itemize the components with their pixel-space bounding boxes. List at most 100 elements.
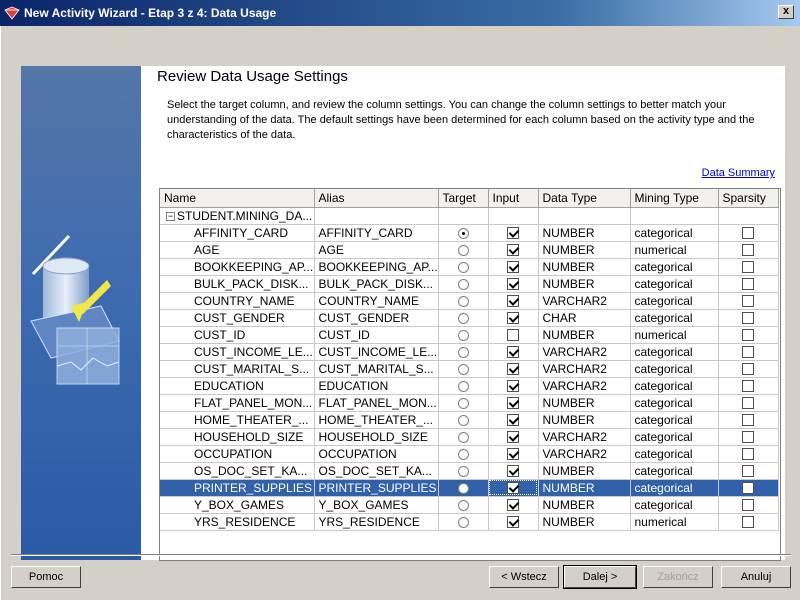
row-alias[interactable]: CUST_ID: [314, 326, 439, 344]
target-radio[interactable]: [457, 278, 469, 290]
data-summary-link[interactable]: Data Summary: [702, 167, 775, 179]
row-name[interactable]: CUST_INCOME_LE...: [160, 343, 315, 361]
row-alias[interactable]: CUST_MARITAL_S...: [314, 360, 439, 378]
row-mining-type[interactable]: categorical: [630, 258, 719, 276]
row-alias[interactable]: FLAT_PANEL_MON...: [314, 394, 439, 412]
table-row[interactable]: OCCUPATION OCCUPATION VARCHAR2 categorical: [160, 445, 779, 463]
row-alias[interactable]: COUNTRY_NAME: [314, 292, 439, 310]
sparsity-checkbox[interactable]: [742, 397, 754, 410]
row-data-type[interactable]: VARCHAR2: [538, 428, 631, 446]
column-header-target[interactable]: Target: [438, 189, 489, 208]
sparsity-checkbox[interactable]: [742, 346, 754, 359]
input-checkbox[interactable]: [507, 465, 519, 478]
column-header-name[interactable]: Name: [160, 189, 315, 208]
close-button[interactable]: x: [778, 5, 794, 19]
row-data-type[interactable]: NUMBER: [538, 411, 631, 429]
row-alias[interactable]: HOUSEHOLD_SIZE: [314, 428, 439, 446]
row-data-type[interactable]: VARCHAR2: [538, 377, 631, 395]
target-radio[interactable]: [457, 346, 469, 358]
row-name[interactable]: OS_DOC_SET_KA...: [160, 462, 315, 480]
target-radio[interactable]: [457, 295, 469, 307]
target-radio[interactable]: [457, 380, 469, 392]
table-row[interactable]: EDUCATION EDUCATION VARCHAR2 categorical: [160, 377, 779, 395]
table-row[interactable]: CUST_INCOME_LE... CUST_INCOME_LE... VARCHA…: [160, 343, 779, 361]
row-mining-type[interactable]: categorical: [630, 292, 719, 310]
row-alias[interactable]: BULK_PACK_DISK...: [314, 275, 439, 293]
help-button[interactable]: Pomoc: [11, 566, 81, 588]
row-alias[interactable]: OS_DOC_SET_KA...: [314, 462, 439, 480]
column-header-input[interactable]: Input: [488, 189, 539, 208]
target-radio[interactable]: [457, 363, 469, 375]
row-mining-type[interactable]: numerical: [630, 241, 719, 259]
row-data-type[interactable]: VARCHAR2: [538, 343, 631, 361]
row-mining-type[interactable]: categorical: [630, 224, 719, 242]
input-checkbox[interactable]: [507, 295, 519, 308]
sparsity-checkbox[interactable]: [742, 363, 754, 376]
target-radio[interactable]: [457, 329, 469, 341]
row-mining-type[interactable]: numerical: [630, 513, 719, 531]
column-header-mining-type[interactable]: Mining Type: [630, 189, 719, 208]
row-mining-type[interactable]: categorical: [630, 462, 719, 480]
target-radio[interactable]: [457, 261, 469, 273]
row-name[interactable]: COUNTRY_NAME: [160, 292, 315, 310]
row-data-type[interactable]: NUMBER: [538, 479, 631, 497]
target-radio[interactable]: [457, 244, 469, 256]
row-name[interactable]: OCCUPATION: [160, 445, 315, 463]
row-data-type[interactable]: VARCHAR2: [538, 445, 631, 463]
sparsity-checkbox[interactable]: [742, 499, 754, 512]
target-radio[interactable]: [457, 414, 469, 426]
table-row[interactable]: HOME_THEATER_... HOME_THEATER_... NUMBER ca…: [160, 411, 779, 429]
target-radio[interactable]: [457, 227, 469, 239]
cancel-button[interactable]: Anuluj: [721, 566, 791, 588]
row-mining-type[interactable]: categorical: [630, 394, 719, 412]
row-data-type[interactable]: NUMBER: [538, 394, 631, 412]
row-mining-type[interactable]: categorical: [630, 343, 719, 361]
next-button[interactable]: Dalej >: [563, 565, 637, 589]
table-row[interactable]: PRINTER_SUPPLIES PRINTER_SUPPLIES NUMBER ca…: [160, 479, 779, 497]
row-mining-type[interactable]: categorical: [630, 275, 719, 293]
row-data-type[interactable]: NUMBER: [538, 513, 631, 531]
row-name[interactable]: AGE: [160, 241, 315, 259]
row-mining-type[interactable]: categorical: [630, 360, 719, 378]
target-radio[interactable]: [457, 499, 469, 511]
sparsity-checkbox[interactable]: [742, 329, 754, 342]
sparsity-checkbox[interactable]: [742, 465, 754, 478]
row-mining-type[interactable]: categorical: [630, 428, 719, 446]
row-alias[interactable]: HOME_THEATER_...: [314, 411, 439, 429]
table-row[interactable]: Y_BOX_GAMES Y_BOX_GAMES NUMBER categorical: [160, 496, 779, 514]
column-header-alias[interactable]: Alias: [314, 189, 439, 208]
input-checkbox[interactable]: [507, 516, 519, 529]
row-data-type[interactable]: NUMBER: [538, 326, 631, 344]
input-checkbox[interactable]: [507, 244, 519, 257]
row-data-type[interactable]: NUMBER: [538, 258, 631, 276]
row-data-type[interactable]: NUMBER: [538, 224, 631, 242]
row-name[interactable]: FLAT_PANEL_MON...: [160, 394, 315, 412]
input-checkbox[interactable]: [507, 227, 519, 240]
row-alias[interactable]: EDUCATION: [314, 377, 439, 395]
target-radio[interactable]: [457, 397, 469, 409]
column-header-sparsity[interactable]: Sparsity: [718, 189, 779, 208]
sparsity-checkbox[interactable]: [742, 414, 754, 427]
row-mining-type[interactable]: categorical: [630, 479, 719, 497]
sparsity-checkbox[interactable]: [742, 482, 754, 495]
row-name[interactable]: BULK_PACK_DISK...: [160, 275, 315, 293]
row-alias[interactable]: AFFINITY_CARD: [314, 224, 439, 242]
target-radio[interactable]: [457, 465, 469, 477]
row-mining-type[interactable]: categorical: [630, 309, 719, 327]
input-checkbox[interactable]: [507, 499, 519, 512]
sparsity-checkbox[interactable]: [742, 295, 754, 308]
row-name[interactable]: CUST_MARITAL_S...: [160, 360, 315, 378]
table-row[interactable]: CUST_GENDER CUST_GENDER CHAR categorical: [160, 309, 779, 327]
input-checkbox[interactable]: [507, 363, 519, 376]
sparsity-checkbox[interactable]: [742, 227, 754, 240]
row-alias[interactable]: CUST_INCOME_LE...: [314, 343, 439, 361]
row-alias[interactable]: AGE: [314, 241, 439, 259]
sparsity-checkbox[interactable]: [742, 244, 754, 257]
row-data-type[interactable]: VARCHAR2: [538, 292, 631, 310]
input-checkbox[interactable]: [507, 448, 519, 461]
row-name[interactable]: EDUCATION: [160, 377, 315, 395]
sparsity-checkbox[interactable]: [742, 312, 754, 325]
row-data-type[interactable]: VARCHAR2: [538, 360, 631, 378]
input-checkbox[interactable]: [507, 261, 519, 274]
input-checkbox[interactable]: [507, 431, 519, 444]
